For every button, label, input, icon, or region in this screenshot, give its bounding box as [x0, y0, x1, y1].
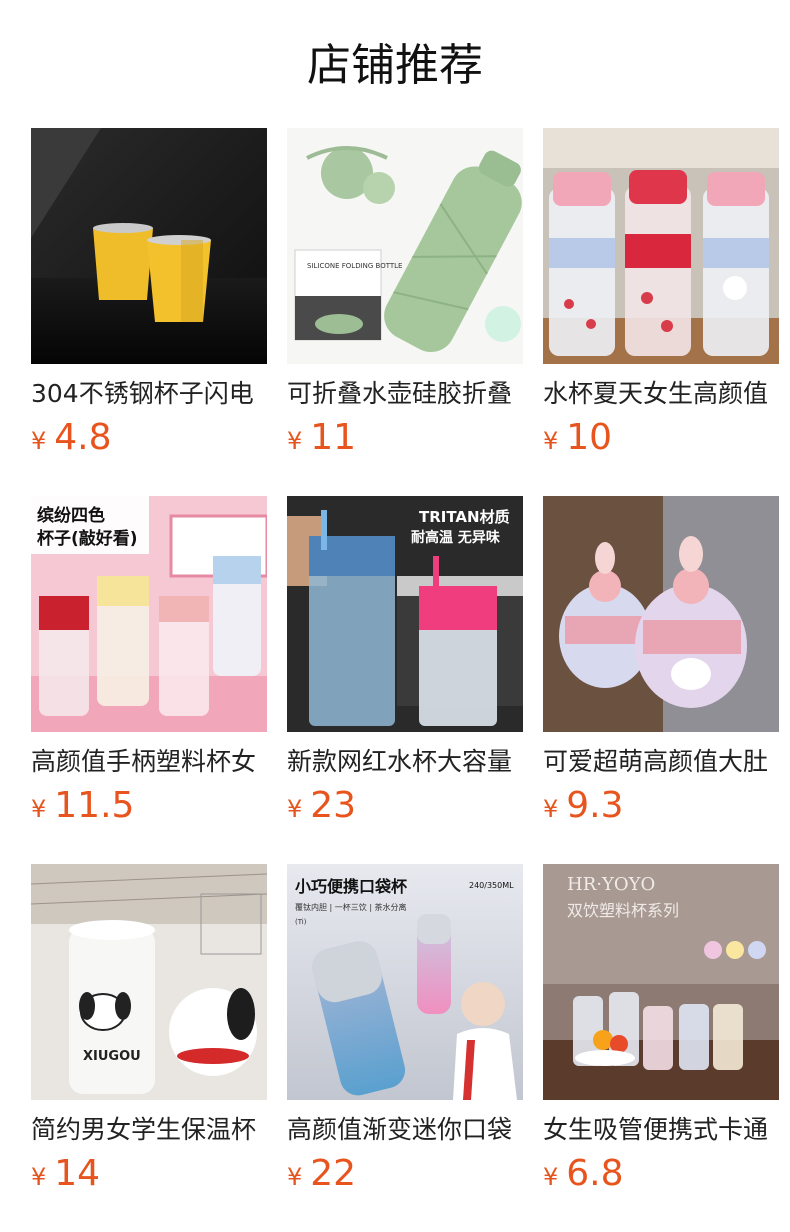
- product-image-steel-cups[interactable]: [31, 128, 267, 364]
- price-value: 4.8: [54, 417, 112, 458]
- currency-symbol: ¥: [543, 795, 559, 823]
- product-name[interactable]: 新款网红水杯大容量: [287, 746, 523, 778]
- product-price: ¥14: [31, 1152, 267, 1202]
- currency-symbol: ¥: [287, 795, 303, 823]
- price-value: 14: [54, 1153, 101, 1194]
- product-image-folding-bottle[interactable]: SILICONE FOLDING BOTTLE: [287, 128, 523, 364]
- product-price: ¥22: [287, 1152, 523, 1202]
- currency-symbol: ¥: [543, 427, 559, 455]
- product-price: ¥4.8: [31, 416, 267, 466]
- page-title: 店铺推荐: [307, 40, 483, 91]
- currency-symbol: ¥: [31, 795, 47, 823]
- product-name[interactable]: 高颜值手柄塑料杯女: [31, 746, 267, 778]
- product-card[interactable]: TRITAN材质 耐高温 无异味 新款网红水杯大容量 ¥23: [287, 496, 523, 864]
- cup-text: XIUGOU: [83, 1049, 141, 1064]
- product-name[interactable]: 高颜值渐变迷你口袋: [287, 1114, 523, 1146]
- product-price: ¥11: [287, 416, 523, 466]
- product-name[interactable]: 可爱超萌高颜值大肚: [543, 746, 779, 778]
- product-price: ¥9.3: [543, 784, 779, 834]
- price-value: 6.8: [566, 1153, 624, 1194]
- box-label: SILICONE FOLDING BOTTLE: [307, 262, 402, 270]
- overlay-text: TRITAN材质: [419, 508, 510, 526]
- product-name[interactable]: 304不锈钢杯子闪电: [31, 378, 267, 410]
- price-value: 22: [310, 1153, 357, 1194]
- product-card[interactable]: 水杯夏天女生高颜值 ¥10: [543, 128, 779, 496]
- product-image-kids-bottles[interactable]: [543, 128, 779, 364]
- currency-symbol: ¥: [31, 427, 47, 455]
- product-name[interactable]: 可折叠水壶硅胶折叠: [287, 378, 523, 410]
- product-price: ¥11.5: [31, 784, 267, 834]
- product-card[interactable]: SILICONE FOLDING BOTTLE 可折叠水壶硅胶折叠 ¥11: [287, 128, 523, 496]
- price-value: 10: [566, 417, 613, 458]
- overlay-text: 杯子(敲好看): [37, 528, 138, 549]
- currency-symbol: ¥: [31, 1163, 47, 1191]
- overlay-capacity: 240/350ML: [469, 881, 514, 890]
- product-price: ¥6.8: [543, 1152, 779, 1202]
- product-card[interactable]: 可爱超萌高颜值大肚 ¥9.3: [543, 496, 779, 864]
- overlay-sub: 覆钛内胆 | 一杯三饮 | 茶水分离: [295, 902, 407, 912]
- currency-symbol: ¥: [543, 1163, 559, 1191]
- product-card[interactable]: 304不锈钢杯子闪电 ¥4.8: [31, 128, 267, 496]
- product-image-hello-kitty-cups[interactable]: [543, 496, 779, 732]
- product-price: ¥23: [287, 784, 523, 834]
- product-card[interactable]: HR·YOYO 双饮塑料杯系列 女生吸管便携式卡通 ¥6.8: [543, 864, 779, 1232]
- product-name[interactable]: 水杯夏天女生高颜值: [543, 378, 779, 410]
- overlay-title: 小巧便携口袋杯: [295, 877, 408, 896]
- overlay-text: 缤纷四色: [37, 505, 105, 526]
- product-image-pocket-cup[interactable]: 小巧便携口袋杯 240/350ML 覆钛内胆 | 一杯三饮 | 茶水分离 (Ti…: [287, 864, 523, 1100]
- product-card[interactable]: 缤纷四色 杯子(敲好看) 高颜值手柄塑料杯女 ¥11.5: [31, 496, 267, 864]
- product-name[interactable]: 简约男女学生保温杯: [31, 1114, 267, 1146]
- product-image-handle-cups[interactable]: 缤纷四色 杯子(敲好看): [31, 496, 267, 732]
- product-image-thermos-cup[interactable]: XIUGOU: [31, 864, 267, 1100]
- product-name[interactable]: 女生吸管便携式卡通: [543, 1114, 779, 1146]
- price-value: 9.3: [566, 785, 624, 826]
- product-image-straw-cups[interactable]: HR·YOYO 双饮塑料杯系列: [543, 864, 779, 1100]
- overlay-brand: HR·YOYO: [567, 874, 655, 895]
- currency-symbol: ¥: [287, 1163, 303, 1191]
- product-grid: 304不锈钢杯子闪电 ¥4.8 SILICONE FOLDING BOTTLE: [31, 128, 779, 1232]
- product-card[interactable]: 小巧便携口袋杯 240/350ML 覆钛内胆 | 一杯三饮 | 茶水分离 (Ti…: [287, 864, 523, 1232]
- product-card[interactable]: XIUGOU 简约男女学生保温杯 ¥14: [31, 864, 267, 1232]
- price-value: 11: [310, 417, 357, 458]
- overlay-ti: (Ti): [295, 918, 307, 926]
- currency-symbol: ¥: [287, 427, 303, 455]
- product-image-tritan-cups[interactable]: TRITAN材质 耐高温 无异味: [287, 496, 523, 732]
- product-price: ¥10: [543, 416, 779, 466]
- overlay-text: 耐高温 无异味: [411, 529, 500, 546]
- price-value: 23: [310, 785, 357, 826]
- price-value: 11.5: [54, 785, 135, 826]
- overlay-series: 双饮塑料杯系列: [567, 901, 679, 920]
